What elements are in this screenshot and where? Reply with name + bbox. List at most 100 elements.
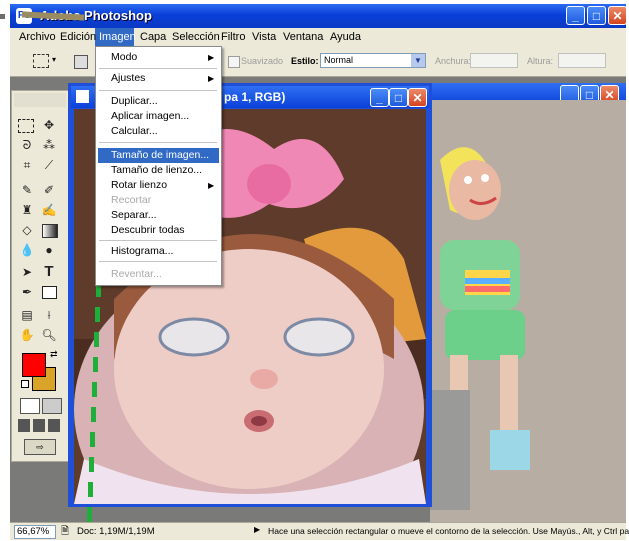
menu-separator: [99, 261, 217, 262]
annotation-dash-segment: [94, 332, 99, 347]
menu-imagen[interactable]: Imagen: [99, 31, 136, 43]
menu-capa[interactable]: Capa: [140, 31, 166, 43]
menu-item-aplicar-imagen[interactable]: Aplicar imagen...: [111, 110, 189, 122]
default-colors-icon[interactable]: [21, 380, 29, 388]
menu-ventana[interactable]: Ventana: [283, 31, 323, 43]
annotation-dash-segment: [95, 307, 100, 322]
estilo-value: Normal: [324, 55, 354, 65]
hand-icon[interactable]: ✋: [18, 326, 36, 344]
standard-mode-icon[interactable]: [20, 398, 40, 414]
menu-item-ajustes[interactable]: Ajustes: [111, 72, 145, 84]
annotation-dash-segment: [92, 382, 97, 397]
path-select-icon[interactable]: ➤: [18, 263, 36, 281]
annotation-dot: [0, 14, 5, 19]
new-selection-icon[interactable]: [74, 55, 88, 69]
jump-to-imageready-icon[interactable]: ⇨: [24, 439, 56, 455]
menu-item-modo[interactable]: Modo: [111, 51, 137, 63]
eyedropper-icon[interactable]: ⟊: [40, 306, 58, 324]
imagen-dropdown-menu: Modo ▶ Ajustes ▶ Duplicar... Aplicar ima…: [95, 46, 222, 286]
status-hint: Hace una selección rectangular o mueve e…: [268, 526, 629, 536]
magic-wand-icon[interactable]: ⁂: [40, 136, 58, 154]
menu-item-tamano-imagen[interactable]: Tamaño de imagen...: [111, 149, 209, 161]
swap-colors-icon[interactable]: ⇄: [50, 349, 58, 360]
menu-item-rotar-lienzo[interactable]: Rotar lienzo: [111, 179, 167, 191]
menu-separator: [99, 142, 217, 143]
annotation-dash-segment: [91, 407, 96, 422]
pen-icon[interactable]: ✒: [18, 283, 36, 301]
suavizado-label: Suavizado: [241, 56, 284, 66]
menu-edicion[interactable]: Edición: [60, 31, 96, 43]
menu-item-separar[interactable]: Separar...: [111, 209, 157, 221]
menu-ayuda[interactable]: Ayuda: [330, 31, 361, 43]
type-icon[interactable]: T: [40, 263, 58, 281]
submenu-arrow-icon: ▶: [208, 181, 215, 190]
gradient-icon[interactable]: [42, 224, 58, 238]
annotation-dash-segment: [87, 507, 92, 522]
menu-separator: [99, 240, 217, 241]
move-icon[interactable]: ✥: [40, 116, 58, 134]
chevron-down-icon[interactable]: ▾: [52, 55, 56, 64]
document-icon: [76, 90, 89, 103]
screen-mode-icon[interactable]: [18, 419, 62, 432]
menu-item-tamano-lienzo[interactable]: Tamaño de lienzo...: [111, 164, 202, 176]
menu-filtro[interactable]: Filtro: [221, 31, 245, 43]
minimize-button[interactable]: _: [370, 88, 389, 107]
marquee-icon[interactable]: [18, 119, 34, 133]
document-title: pa 1, RGB): [224, 90, 286, 104]
menu-item-calcular[interactable]: Calcular...: [111, 125, 158, 137]
maximize-button[interactable]: □: [587, 6, 606, 25]
altura-label: Altura:: [527, 56, 554, 66]
status-bar: 66,67% 🗎︎ Doc: 1,19M/1,19M ▶ Hace una se…: [10, 522, 629, 541]
toolbox: ✥ ᘐ ⁂ ⌗ ⟋ ✎ ✐ ♜ ✍ ◇ 💧 ● ➤ T ✒ ▤ ⟊ ✋ 🔍︎ ⇄…: [11, 90, 69, 462]
zoom-value: 66,67%: [17, 526, 50, 537]
estilo-label: Estilo:: [291, 56, 319, 66]
menu-item-recortar: Recortar: [111, 194, 152, 206]
marquee-icon[interactable]: [33, 54, 49, 68]
foreground-color-swatch[interactable]: [22, 353, 46, 377]
altura-field[interactable]: [558, 53, 606, 68]
menu-seleccion[interactable]: Selección: [172, 31, 220, 43]
crop-icon[interactable]: ⌗: [18, 156, 36, 174]
submenu-arrow-icon: ▶: [208, 74, 215, 83]
quick-mask-icon[interactable]: [42, 398, 62, 414]
annotation-dash-segment: [88, 482, 93, 497]
close-button[interactable]: ✕: [408, 88, 427, 107]
history-brush-icon[interactable]: ✍: [40, 201, 58, 219]
document-info-icon[interactable]: 🗎︎: [61, 524, 69, 541]
close-button[interactable]: ✕: [608, 6, 627, 25]
anchura-label: Anchura:: [435, 56, 472, 66]
minimize-button[interactable]: _: [566, 6, 585, 25]
anchura-field[interactable]: [470, 53, 518, 68]
menu-item-duplicar[interactable]: Duplicar...: [111, 95, 158, 107]
pencil-icon[interactable]: ✐: [40, 181, 58, 199]
maximize-button[interactable]: □: [389, 88, 408, 107]
menu-item-reventar: Reventar...: [111, 268, 162, 280]
blur-icon[interactable]: 💧: [18, 241, 36, 259]
document-size: Doc: 1,19M/1,19M: [77, 526, 155, 537]
status-menu-arrow-icon[interactable]: ▶: [254, 525, 260, 534]
lasso-icon[interactable]: ᘐ: [18, 136, 36, 154]
annotation-dash-segment: [89, 457, 94, 472]
estilo-select[interactable]: Normal ▼: [320, 53, 426, 68]
menu-separator: [99, 68, 217, 69]
stamp-icon[interactable]: ♜: [18, 201, 36, 219]
suavizado-checkbox[interactable]: [228, 56, 240, 68]
chevron-down-icon[interactable]: ▼: [411, 54, 425, 67]
eraser-icon[interactable]: ◇: [18, 221, 36, 239]
zoom-icon[interactable]: 🔍︎: [40, 326, 58, 344]
menu-item-descubrir-todas[interactable]: Descubrir todas: [111, 224, 185, 236]
menu-separator: [99, 90, 217, 91]
menu-archivo[interactable]: Archivo: [19, 31, 56, 43]
brush-icon[interactable]: ✎: [18, 181, 36, 199]
dodge-icon[interactable]: ●: [40, 241, 58, 259]
annotation-dash-segment: [90, 432, 95, 447]
slice-icon[interactable]: ⟋: [40, 156, 58, 174]
submenu-arrow-icon: ▶: [208, 53, 215, 62]
shape-icon[interactable]: [42, 286, 57, 299]
menu-vista[interactable]: Vista: [252, 31, 276, 43]
notes-icon[interactable]: ▤: [18, 306, 36, 324]
menu-item-histograma[interactable]: Histograma...: [111, 245, 173, 257]
figurine-illustration: [430, 100, 626, 522]
zoom-field[interactable]: 66,67%: [14, 525, 56, 539]
toolbox-header: [14, 93, 66, 107]
